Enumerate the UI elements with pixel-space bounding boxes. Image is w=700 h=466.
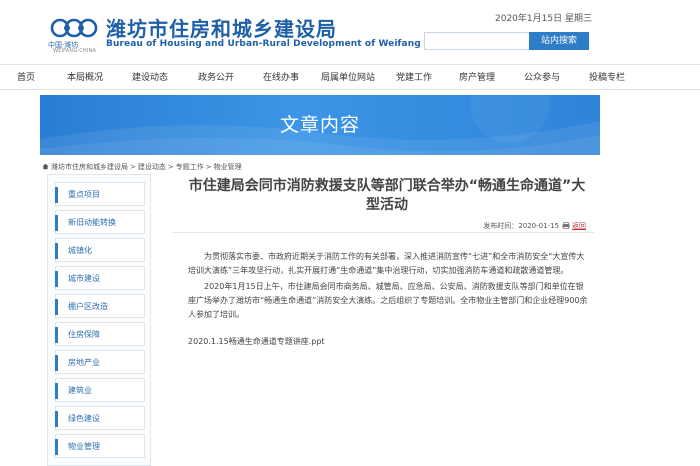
sidebar-item-housing-security[interactable]: 住房保障	[55, 322, 145, 346]
sidebar-item-key-projects[interactable]: 重点项目	[55, 182, 145, 206]
home-icon	[42, 163, 49, 170]
sidebar-item-construction-industry[interactable]: 建筑业	[55, 378, 145, 402]
logo-caption-small: WEIFANG·CHINA	[53, 48, 97, 54]
sidebar-marker	[55, 383, 58, 399]
breadcrumb: 潍坊市住房和城乡建设局 > 建设动态 > 专题工作 > 物业管理	[42, 162, 244, 172]
banner-title: 文章内容	[279, 114, 360, 136]
sidebar-item-urbanization[interactable]: 城镇化	[55, 238, 145, 262]
current-date: 2020年1月15日 星期三	[495, 14, 592, 24]
search-input[interactable]	[424, 32, 529, 50]
breadcrumb-news[interactable]: 建设动态	[138, 163, 166, 171]
sidebar-item-property-management[interactable]: 物业管理	[55, 434, 145, 458]
nav-item-property-management[interactable]: 房产管理	[459, 65, 495, 91]
back-link[interactable]: 返回	[572, 222, 586, 230]
sidebar-item-label: 房地产业	[68, 358, 100, 367]
sidebar-item-label: 城市建设	[68, 274, 100, 283]
site-title-en: Bureau of Housing and Urban-Rural Develo…	[106, 39, 421, 49]
sidebar-marker	[55, 299, 58, 315]
sidebar-marker	[55, 411, 58, 427]
title-divider	[172, 232, 594, 233]
sidebar-item-urban-construction[interactable]: 城市建设	[55, 266, 145, 290]
site-title-cn: 潍坊市住房和城乡建设局	[106, 17, 337, 41]
breadcrumb-separator: >	[130, 163, 136, 171]
sidebar-item-label: 新旧动能转换	[68, 218, 116, 227]
breadcrumb-separator: >	[167, 163, 174, 171]
nav-item-gov-affairs[interactable]: 政务公开	[198, 65, 234, 91]
publish-info: 发布时间：2020-01-15 返回	[483, 221, 586, 231]
nav-item-online-service[interactable]: 在线办事	[263, 65, 299, 91]
print-icon[interactable]	[562, 222, 570, 229]
article-paragraph: 为贯彻落实市委、市政府近期关于消防工作的有关部署，深入推进消防宣传“七进”和全市…	[188, 252, 585, 275]
sidebar-marker	[55, 215, 58, 231]
article-title: 市住建局会同市消防救援支队等部门联合举办“畅通生命通道”大型活动	[188, 178, 586, 213]
page-banner: 文章内容	[40, 95, 600, 155]
sidebar-marker	[55, 271, 58, 287]
breadcrumb-home[interactable]: 潍坊市住房和城乡建设局	[51, 163, 128, 171]
nav-item-party-work[interactable]: 党建工作	[396, 65, 432, 91]
main-nav: 首页 本局概况 建设动态 政务公开 在线办事 局属单位网站 党建工作 房产管理 …	[0, 64, 700, 90]
sidebar-item-green-construction[interactable]: 绿色建设	[55, 406, 145, 430]
breadcrumb-property-management[interactable]: 物业管理	[214, 163, 242, 171]
site-header: 中国·潍坊 WEIFANG·CHINA 潍坊市住房和城乡建设局 Bureau o…	[0, 0, 700, 62]
nav-item-submission[interactable]: 投稿专栏	[589, 65, 625, 91]
sidebar-item-new-old-energy[interactable]: 新旧动能转换	[55, 210, 145, 234]
nav-item-public-participation[interactable]: 公众参与	[524, 65, 560, 91]
sidebar-item-shantytown-renovation[interactable]: 棚户区改造	[55, 294, 145, 318]
sidebar-item-real-estate[interactable]: 房地产业	[55, 350, 145, 374]
publish-label: 发布时间：	[483, 222, 519, 230]
sidebar-item-label: 城镇化	[68, 246, 92, 255]
sidebar-item-label: 建筑业	[68, 386, 92, 395]
publish-date: 2020-01-15	[518, 222, 559, 230]
sidebar-marker	[55, 355, 58, 371]
breadcrumb-special-work[interactable]: 专题工作	[176, 163, 204, 171]
nav-item-overview[interactable]: 本局概况	[67, 65, 103, 91]
sidebar-marker	[55, 187, 58, 203]
attachment-link[interactable]: 2020.1.15畅通生命通道专题讲座.ppt	[188, 336, 325, 347]
nav-item-home[interactable]: 首页	[17, 65, 35, 91]
nav-item-news[interactable]: 建设动态	[132, 65, 168, 91]
article-paragraph: 2020年1月15日上午，市住建局会同市商务局、城管局、应急局、公安局、消防救援…	[188, 282, 588, 319]
nav-item-affiliated-sites[interactable]: 局属单位网站	[321, 65, 375, 91]
sidebar-item-label: 重点项目	[68, 190, 100, 199]
sidebar-item-label: 物业管理	[68, 442, 100, 451]
search-button[interactable]: 站内搜索	[529, 32, 589, 50]
sidebar-item-label: 棚户区改造	[68, 302, 108, 311]
article-content: 市住建局会同市消防救援支队等部门联合举办“畅通生命通道”大型活动 发布时间：20…	[172, 174, 594, 466]
sidebar: 重点项目 新旧动能转换 城镇化 城市建设 棚户区改造 住房保障 房地产业 建筑业…	[47, 174, 151, 466]
sidebar-marker	[55, 327, 58, 343]
sidebar-item-label: 住房保障	[68, 330, 100, 339]
sidebar-marker	[55, 243, 58, 259]
sidebar-marker	[55, 439, 58, 455]
sidebar-item-label: 绿色建设	[68, 414, 100, 423]
breadcrumb-separator: >	[205, 163, 212, 171]
